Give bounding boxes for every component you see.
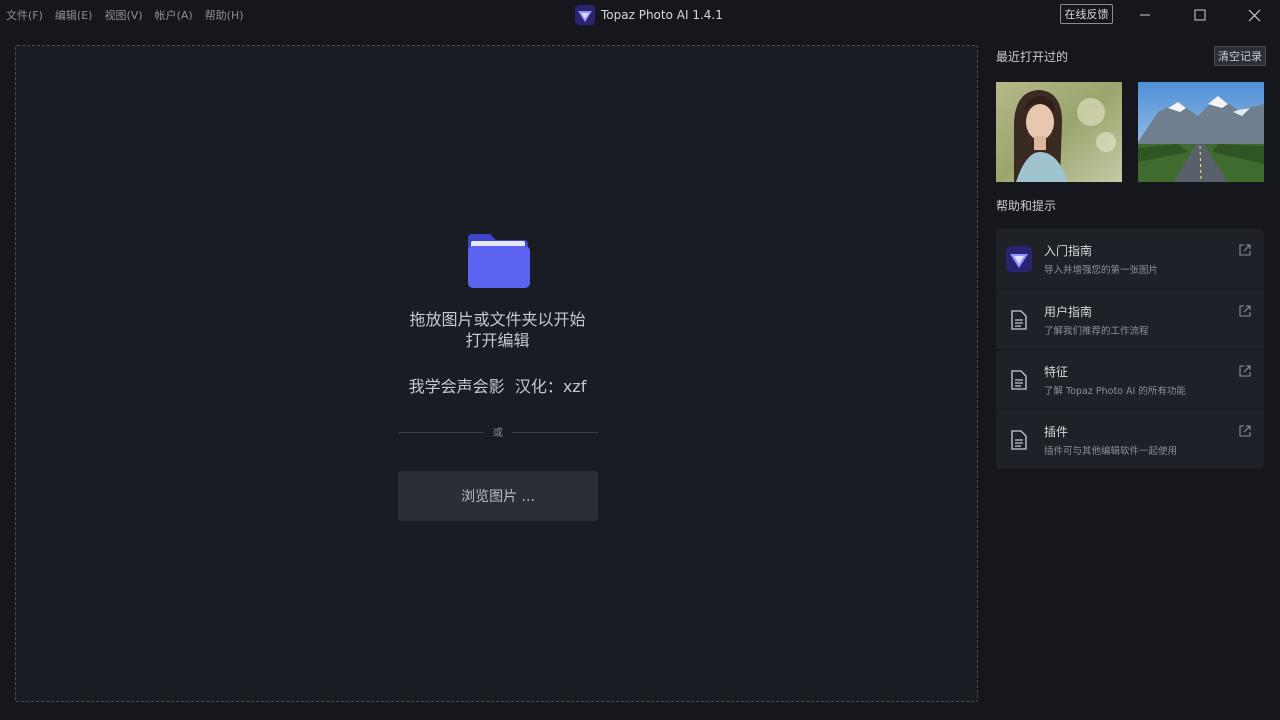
portrait-photo	[996, 82, 1122, 182]
close-button[interactable]	[1244, 5, 1264, 25]
help-item-icon-wrap	[1006, 427, 1032, 453]
minimize-icon	[1140, 14, 1150, 16]
help-item-getting-started[interactable]: 入门指南 导入并增强您的第一张图片	[996, 229, 1264, 289]
drop-instructions-line2: 打开编辑	[465, 331, 530, 350]
title-bar: 文件(F) 编辑(E) 视图(V) 帐户(A) 帮助(H) Topaz Phot…	[0, 0, 1280, 30]
menu-bar: 文件(F) 编辑(E) 视图(V) 帐户(A) 帮助(H)	[6, 0, 244, 30]
topaz-diamond-icon	[1006, 246, 1032, 272]
document-icon	[1011, 370, 1027, 390]
menu-view[interactable]: 视图(V)	[104, 7, 142, 23]
close-icon	[1248, 9, 1260, 21]
help-item-icon-wrap	[1006, 367, 1032, 393]
drop-zone[interactable]: 拖放图片或文件夹以开始 打开编辑 我学会声会影 汉化：xzf 或 浏览图片 ..…	[15, 45, 978, 702]
topaz-diamond-icon	[575, 5, 595, 25]
app-title-text: Topaz Photo AI 1.4.1	[601, 8, 723, 22]
document-icon	[1011, 430, 1027, 450]
help-item-title: 插件	[1044, 425, 1069, 439]
menu-file[interactable]: 文件(F)	[6, 7, 43, 23]
external-link-icon	[1239, 244, 1251, 256]
folder-icon	[468, 234, 530, 288]
help-item-title: 特征	[1044, 365, 1069, 379]
maximize-button[interactable]	[1190, 5, 1210, 25]
recent-title: 最近打开过的	[996, 50, 1069, 64]
document-icon	[1011, 310, 1027, 330]
help-item-desc: 了解我们推荐的工作流程	[1044, 326, 1149, 337]
menu-account[interactable]: 帐户(A)	[155, 7, 193, 23]
clear-history-button[interactable]: 清空记录	[1214, 46, 1266, 66]
help-title: 帮助和提示	[996, 199, 1057, 213]
external-link-icon	[1239, 425, 1251, 437]
external-link-icon	[1239, 305, 1251, 317]
menu-help[interactable]: 帮助(H)	[205, 7, 244, 23]
feedback-button[interactable]: 在线反馈	[1060, 4, 1113, 24]
help-item-desc: 导入并增强您的第一张图片	[1044, 265, 1159, 276]
or-divider: 或	[398, 424, 598, 440]
app-title: Topaz Photo AI 1.4.1	[575, 4, 723, 26]
external-link-icon	[1239, 365, 1251, 377]
browse-images-button[interactable]: 浏览图片 ...	[398, 471, 598, 521]
help-item-icon-wrap	[1006, 246, 1032, 272]
help-item-title: 入门指南	[1044, 244, 1093, 258]
credit-text: 我学会声会影 汉化：xzf	[408, 377, 587, 396]
help-item-desc: 了解 Topaz Photo AI 的所有功能	[1044, 386, 1186, 397]
help-item-title: 用户指南	[1044, 305, 1093, 319]
help-item-features[interactable]: 特征 了解 Topaz Photo AI 的所有功能	[996, 349, 1264, 409]
drop-instructions: 拖放图片或文件夹以开始 打开编辑	[16, 309, 979, 351]
help-item-user-guide[interactable]: 用户指南 了解我们推荐的工作流程	[996, 289, 1264, 349]
minimize-button[interactable]	[1135, 5, 1155, 25]
menu-edit[interactable]: 编辑(E)	[55, 7, 93, 23]
help-item-plugins[interactable]: 插件 插件可与其他编辑软件一起使用	[996, 409, 1264, 469]
recent-thumbnail-mountain[interactable]	[1138, 82, 1264, 182]
help-list: 入门指南 导入并增强您的第一张图片 用户指南 了解我们推荐的工作流程 特征 了解…	[996, 229, 1264, 469]
mountain-road-photo	[1138, 82, 1264, 182]
help-item-desc: 插件可与其他编辑软件一起使用	[1044, 446, 1178, 457]
divider-line-right	[512, 432, 598, 433]
help-item-icon-wrap	[1006, 307, 1032, 333]
recent-thumbnail-portrait[interactable]	[996, 82, 1122, 182]
maximize-icon	[1194, 9, 1206, 21]
drop-instructions-line1: 拖放图片或文件夹以开始	[409, 310, 586, 329]
